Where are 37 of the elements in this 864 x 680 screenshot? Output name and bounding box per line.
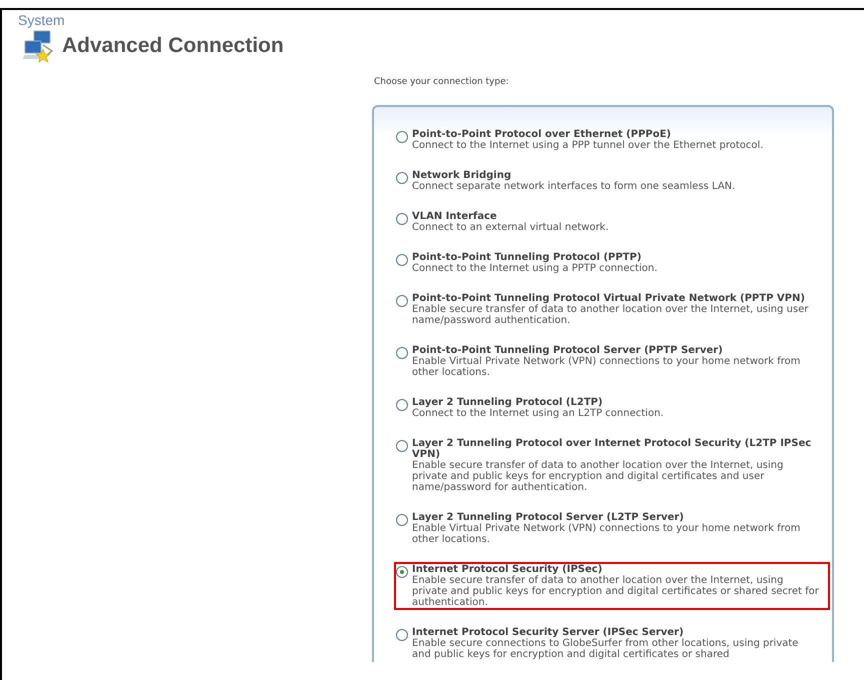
radio-button[interactable] — [396, 629, 408, 641]
option-label[interactable]: Layer 2 Tunneling Protocol (L2TP) — [412, 397, 820, 408]
radio-button[interactable] — [396, 172, 408, 184]
option-description: Enable secure transfer of data to another location over the Internet, using private and public keys for encryption and digital certificates and user name/password for authentication. — [412, 460, 784, 493]
option-label[interactable]: Point-to-Point Tunneling Protocol (PPTP) — [412, 252, 820, 263]
option-description: Connect to an external virtual network. — [412, 222, 610, 233]
option-description: Enable secure transfer of data to another location over the Internet, using private and public keys for encryption and digital certificates or shared secret for authentication. — [412, 575, 820, 608]
option-label[interactable]: Internet Protocol Security Server (IPSec Server) — [412, 627, 820, 638]
option-label[interactable]: Point-to-Point Tunneling Protocol Server (PPTP Server) — [412, 345, 820, 356]
radio-button[interactable] — [396, 131, 408, 143]
radio-button[interactable] — [396, 514, 408, 526]
option-label[interactable]: Network Bridging — [412, 170, 820, 181]
option-label[interactable]: Point-to-Point Tunneling Protocol Virtual Private Network (PPTP VPN) — [412, 293, 820, 304]
radio-button[interactable] — [396, 399, 408, 411]
option-label[interactable]: Internet Protocol Security (IPSec) — [412, 564, 820, 575]
radio-button[interactable] — [396, 440, 408, 452]
option-label[interactable]: Layer 2 Tunneling Protocol over Internet Protocol Security (L2TP IPSec VPN) — [412, 438, 820, 460]
computers-star-icon — [22, 29, 56, 63]
option-description: Connect to the Internet using a PPP tunnel over the Ethernet protocol. — [412, 140, 764, 151]
radio-button[interactable] — [396, 295, 408, 307]
option-description: Connect to the Internet using an L2TP connection. — [412, 408, 665, 419]
radio-button[interactable] — [396, 347, 408, 359]
page-title: Advanced Connection — [62, 34, 284, 58]
radio-button[interactable] — [396, 566, 408, 578]
option-label[interactable]: Point-to-Point Protocol over Ethernet (PPPoE) — [412, 129, 820, 140]
option-description: Enable secure transfer of data to another location over the Internet, using user name/password authentication. — [412, 304, 810, 326]
prompt-text: Choose your connection type: — [374, 77, 510, 87]
option-label[interactable]: Layer 2 Tunneling Protocol Server (L2TP Server) — [412, 512, 820, 523]
option-description: Enable secure connections to GlobeSurfer from other locations, using private and public keys for encryption and digital certificates or shared — [412, 638, 800, 660]
option-description: Enable Virtual Private Network (VPN) connections to your home network from other locations. — [412, 356, 802, 378]
option-description: Enable Virtual Private Network (VPN) connections to your home network from other locations. — [412, 523, 802, 545]
radio-button[interactable] — [396, 254, 408, 266]
option-description: Connect to the Internet using a PPTP connection. — [412, 263, 658, 274]
option-label[interactable]: VLAN Interface — [412, 211, 820, 222]
option-description: Connect separate network interfaces to form one seamless LAN. — [412, 181, 736, 192]
breadcrumb-link[interactable]: System — [18, 12, 65, 28]
radio-button[interactable] — [396, 213, 408, 225]
